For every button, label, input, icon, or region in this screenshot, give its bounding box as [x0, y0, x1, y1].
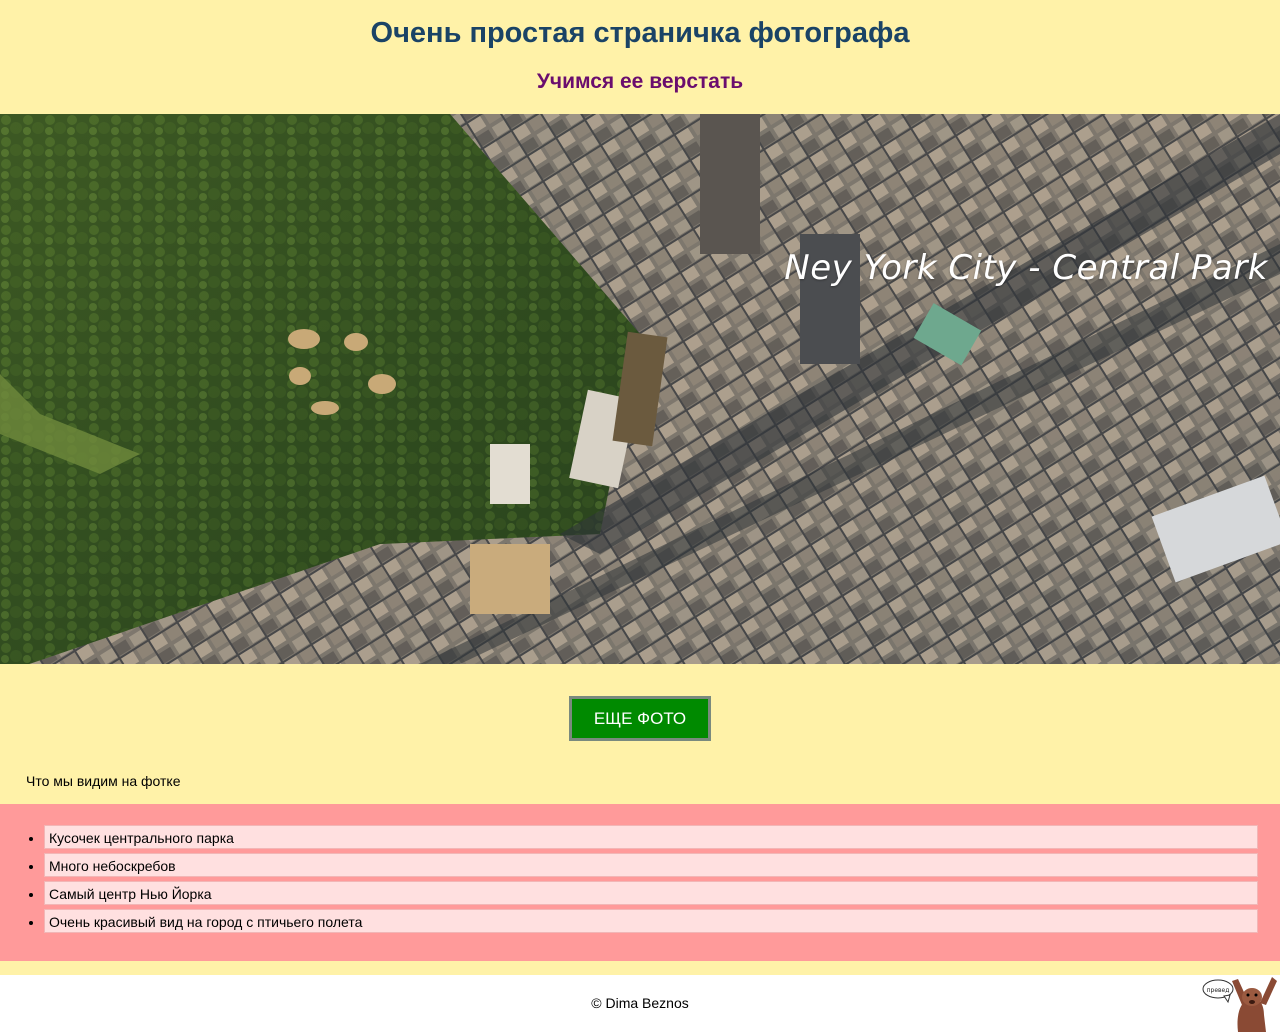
copyright-text: © Dima Beznos — [591, 995, 689, 1011]
photo-description-section: Кусочек центрального парка Много небоскр… — [0, 804, 1280, 961]
page-subtitle: Учимся ее верстать — [536, 70, 744, 93]
photo-description-list: Кусочек центрального парка Много небоскр… — [44, 825, 1258, 937]
page-title: Очень простая страничка фотографа — [370, 17, 910, 49]
list-item: Много небоскребов — [44, 853, 1258, 877]
list-item: Самый центр Нью Йорка — [44, 881, 1258, 905]
preved-bear-icon: превед — [1202, 977, 1277, 1032]
list-item: Очень красивый вид на город с птичьего п… — [44, 909, 1258, 933]
city-aerial-image — [0, 114, 1280, 664]
more-photos-button[interactable]: ЕЩЕ ФОТО — [569, 696, 711, 741]
page-header: Очень простая страничка фотографа Учимся… — [0, 0, 1280, 114]
list-heading: Что мы видим на фотке — [26, 773, 181, 789]
site-footer: © Dima Beznos превед — [0, 975, 1280, 1032]
hero-photo: Ney York City - Central Park — [0, 114, 1280, 664]
mascot-bubble-text: превед — [1207, 987, 1230, 994]
hero-caption: Ney York City - Central Park — [784, 248, 1268, 288]
list-item: Кусочек центрального парка — [44, 825, 1258, 849]
